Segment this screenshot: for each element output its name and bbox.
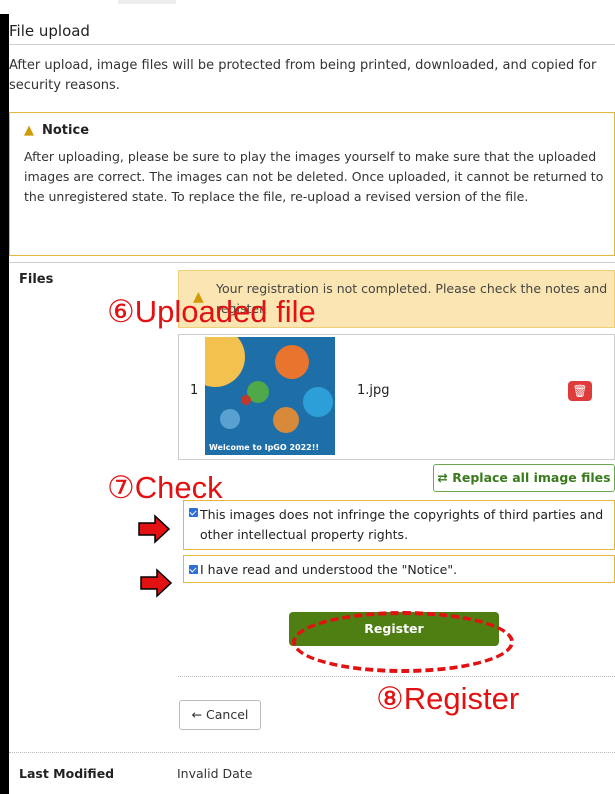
tab-hint — [118, 0, 176, 4]
copyright-check-label: This images does not infringe the copyri… — [200, 507, 604, 542]
copyright-check-row[interactable]: This images does not infringe the copyri… — [183, 500, 615, 550]
action-divider — [178, 676, 615, 677]
page-title: File upload — [9, 22, 90, 40]
thumb-planet — [220, 409, 240, 429]
red-arrow-icon — [138, 514, 170, 544]
meta-divider — [9, 752, 615, 753]
delete-file-button[interactable]: 🗑 — [568, 381, 592, 401]
file-name: 1.jpg — [357, 383, 390, 398]
register-highlight-ellipse — [292, 611, 514, 673]
thumb-sun — [205, 337, 245, 387]
trash-icon: 🗑 — [572, 384, 588, 398]
page-description: After upload, image files will be protec… — [9, 58, 597, 93]
notice-read-checkbox[interactable] — [189, 565, 198, 574]
copyright-checkbox[interactable] — [189, 508, 198, 517]
thumb-planet — [273, 407, 299, 433]
thumb-planet — [241, 395, 251, 405]
annotation-check: ⑦Check — [107, 470, 223, 505]
thumb-planet — [275, 345, 309, 379]
last-modified-label: Last Modified — [19, 766, 115, 781]
red-arrow-icon — [140, 568, 172, 598]
window-frame: File upload After upload, image files wi… — [0, 0, 615, 794]
notice-box: ▲ Notice After uploading, please be sure … — [9, 112, 615, 256]
top-strip — [0, 0, 615, 14]
thumb-planet — [303, 387, 333, 417]
notice-heading: ▲ Notice — [24, 123, 89, 138]
thumb-caption: Welcome to IpGO 2022!! — [209, 443, 320, 452]
last-modified-value: Invalid Date — [177, 766, 253, 781]
replace-all-images-button[interactable]: ⇄ Replace all image files — [433, 464, 615, 492]
notice-read-check-label: I have read and understood the "Notice". — [200, 562, 458, 577]
title-divider — [9, 44, 615, 45]
annotation-register: ⑧Register — [376, 681, 520, 716]
uploaded-file-row: 1 Welcome to IpGO 2022!! 1.jpg 🗑 — [178, 334, 615, 460]
files-label: Files — [19, 272, 54, 287]
image-thumbnail[interactable]: Welcome to IpGO 2022!! — [205, 337, 335, 455]
cancel-button[interactable]: ← Cancel — [179, 700, 261, 730]
notice-heading-text: Notice — [42, 123, 90, 138]
upload-page: File upload After upload, image files wi… — [9, 14, 615, 794]
annotation-uploaded-file: ⑥Uploaded file — [107, 294, 316, 329]
file-index: 1 — [190, 383, 199, 398]
notice-read-check-row[interactable]: I have read and understood the "Notice". — [183, 555, 615, 583]
warning-icon: ▲ — [24, 123, 34, 138]
notice-body: After uploading, please be sure to play … — [24, 149, 604, 204]
